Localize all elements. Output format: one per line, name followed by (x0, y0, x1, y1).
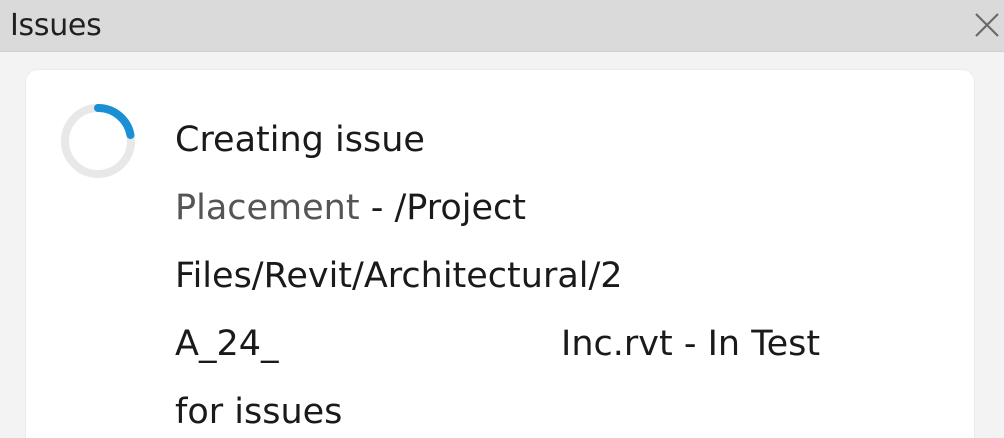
issue-context-line: for issues (175, 392, 343, 432)
path-line: Files/Revit/Architectural/2 (175, 256, 623, 296)
issue-card: Creating issue Placement - /Project File… (26, 70, 974, 438)
close-button[interactable] (970, 6, 1004, 44)
issues-panel: Issues Creating issue Placement - /Proje… (0, 0, 1004, 438)
issue-status-text: Creating issue (175, 120, 425, 160)
placement-label: Placement (175, 188, 360, 228)
file-prefix: A_24_ (175, 324, 279, 364)
file-suffix: Inc.rvt - In Test (561, 324, 821, 364)
placement-line: Placement - /Project (175, 174, 915, 242)
file-line: A_24_ Inc.rvt - In Test (175, 310, 915, 378)
panel-titlebar: Issues (0, 0, 1004, 52)
issue-details: Creating issue Placement - /Project File… (175, 106, 915, 438)
panel-title: Issues (10, 8, 102, 43)
loading-spinner-icon (61, 103, 135, 178)
panel-content: Creating issue Placement - /Project File… (0, 52, 1004, 438)
close-icon[interactable] (972, 10, 1002, 40)
placement-path-start: - /Project (359, 188, 527, 228)
